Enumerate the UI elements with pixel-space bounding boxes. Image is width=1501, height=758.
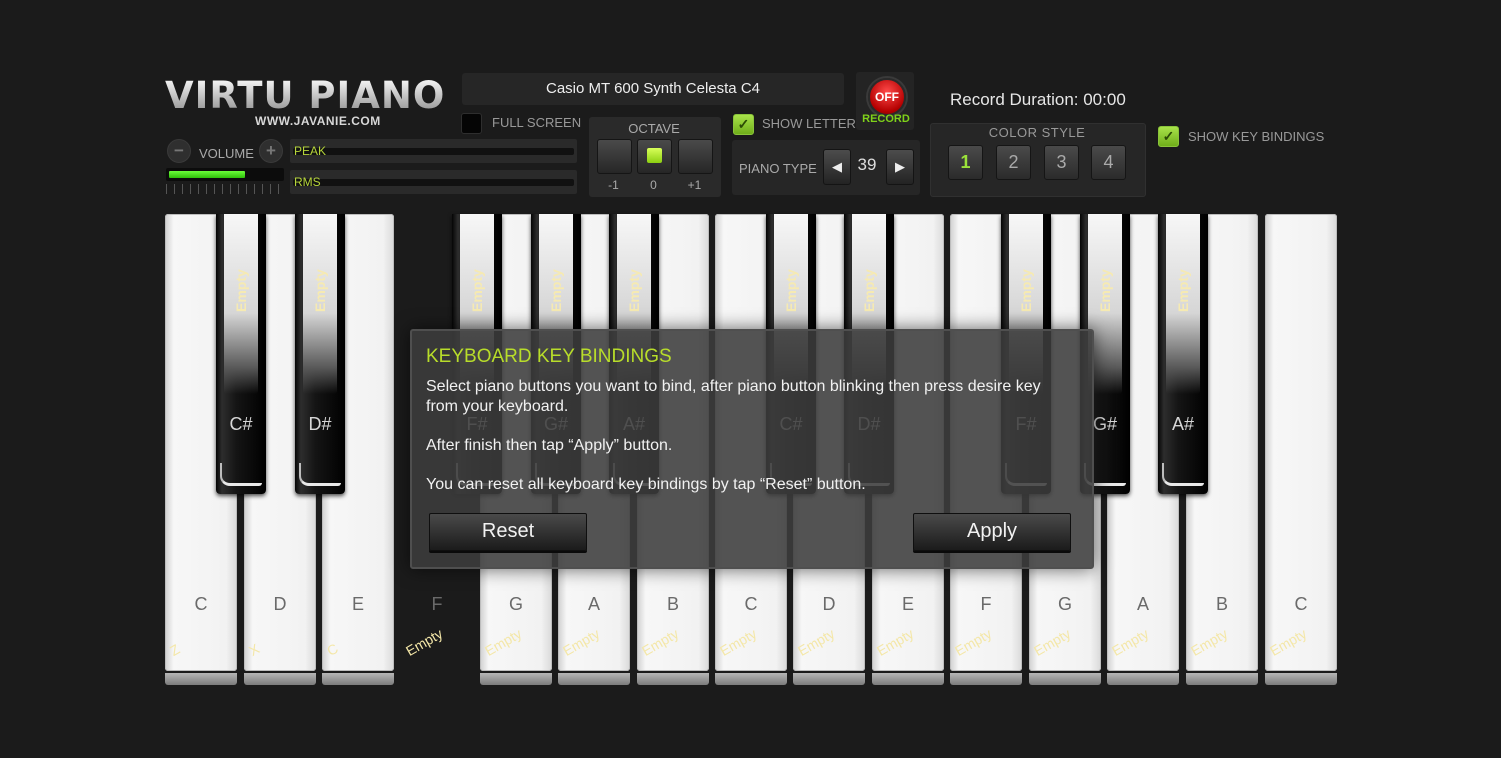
octave-label-minus: -1 [608,178,619,192]
piano-type-next-button[interactable]: ▶ [886,149,914,185]
record-duration: Record Duration: 00:00 [950,90,1126,109]
key-note: E [901,594,914,614]
peak-label: PEAK [294,144,327,158]
white-key[interactable]: C Empty [1265,214,1337,685]
key-binding: Empty [482,625,525,659]
key-note: B [1215,594,1228,614]
color-style-3-button[interactable]: 3 [1044,145,1079,180]
dialog-instruction-1: Select piano buttons you want to bind, a… [426,378,1041,415]
key-binding: Empty [795,625,838,659]
octave-title: OCTAVE [628,121,680,136]
key-note: C [194,594,208,614]
black-key[interactable]: Empty C# [216,214,266,494]
dialog-instruction-2: After finish then tap “Apply” button. [426,437,673,454]
black-key[interactable]: Empty A# [1158,214,1208,494]
dialog-instruction-3: You can reset all keyboard key bindings … [426,476,866,493]
key-binding: Empty [717,625,760,659]
key-note: A [1136,594,1149,614]
dialog-title: KEYBOARD KEY BINDINGS [426,346,672,367]
key-binding: Empty [952,625,995,659]
key-note: D [822,594,836,614]
peak-meter: PEAK [290,139,577,163]
record-label: RECORD [862,113,910,125]
color-style-4-button[interactable]: 4 [1091,145,1126,180]
record-button[interactable]: OFF [868,78,906,116]
key-binding: Empty [626,269,642,312]
instrument-name: Casio MT 600 Synth Celesta C4 [462,73,844,105]
key-binding: Empty [1018,269,1034,312]
key-binding: Empty [312,269,328,312]
key-note: G [508,594,523,614]
rms-meter: RMS [290,170,577,194]
key-binding: Empty [1097,269,1113,312]
color-style-2-button[interactable]: 2 [996,145,1031,180]
full-screen-label: FULL SCREEN [492,115,582,130]
key-binding: Empty [1109,625,1152,659]
show-letter-checkbox[interactable]: ✓ [733,114,754,135]
key-note: F [980,594,992,614]
octave-label-zero: 0 [650,178,657,192]
key-binding: C [324,640,341,659]
key-binding: X [246,640,263,659]
rms-label: RMS [294,175,321,189]
key-note: D [273,594,287,614]
key-note: E [351,594,364,614]
volume-label: VOLUME [199,146,254,161]
key-note: C [744,594,758,614]
key-note: F [431,594,443,614]
key-binding: Empty [1267,625,1310,659]
key-note: A# [1171,414,1195,434]
key-binding: Empty [874,625,917,659]
show-key-bindings-label: SHOW KEY BINDINGS [1188,129,1325,144]
volume-up-button[interactable]: + [259,139,283,163]
key-binding: Empty [1175,269,1191,312]
piano-type-value: 39 [857,155,877,174]
octave-selected-indicator [647,148,662,163]
key-binding: Empty [560,625,603,659]
key-binding: Empty [639,625,682,659]
volume-down-button[interactable]: − [167,139,191,163]
octave-plus-button[interactable] [678,139,713,174]
octave-label-plus: +1 [687,178,702,192]
piano-type-prev-button[interactable]: ◀ [823,149,851,185]
key-binding: Empty [548,269,564,312]
color-style-1-button[interactable]: 1 [948,145,983,180]
key-note: C# [229,414,253,434]
full-screen-checkbox[interactable] [461,113,482,134]
piano-type-label: PIANO TYPE [739,161,817,176]
key-note: D# [308,414,332,434]
logo-subtitle: WWW.JAVANIE.COM [255,114,381,128]
apply-button[interactable]: Apply [913,513,1071,551]
octave-minus-button[interactable] [597,139,632,174]
logo-title: VIRTU PIANO [165,76,455,116]
octave-zero-button[interactable] [637,139,672,174]
show-letter-label: SHOW LETTER [762,116,856,131]
key-binding: Empty [469,269,485,312]
show-key-bindings-checkbox[interactable]: ✓ [1158,126,1179,147]
key-binding: Empty [403,625,446,659]
black-key[interactable]: Empty D# [295,214,345,494]
key-note: B [666,594,679,614]
volume-level-fill [169,171,245,178]
key-binding: Empty [1188,625,1231,659]
key-binding: Empty [1031,625,1074,659]
color-style-title: COLOR STYLE [988,125,1086,140]
key-binding: Empty [783,269,799,312]
key-binding: Z [167,640,183,659]
volume-ticks [166,184,284,194]
key-note: G [1057,594,1072,614]
app-logo: VIRTU PIANO WWW.JAVANIE.COM [165,76,455,132]
reset-button[interactable]: Reset [429,513,587,551]
key-binding: Empty [233,269,249,312]
key-note: A [587,594,600,614]
key-note: C [1294,594,1308,614]
key-binding: Empty [861,269,877,312]
